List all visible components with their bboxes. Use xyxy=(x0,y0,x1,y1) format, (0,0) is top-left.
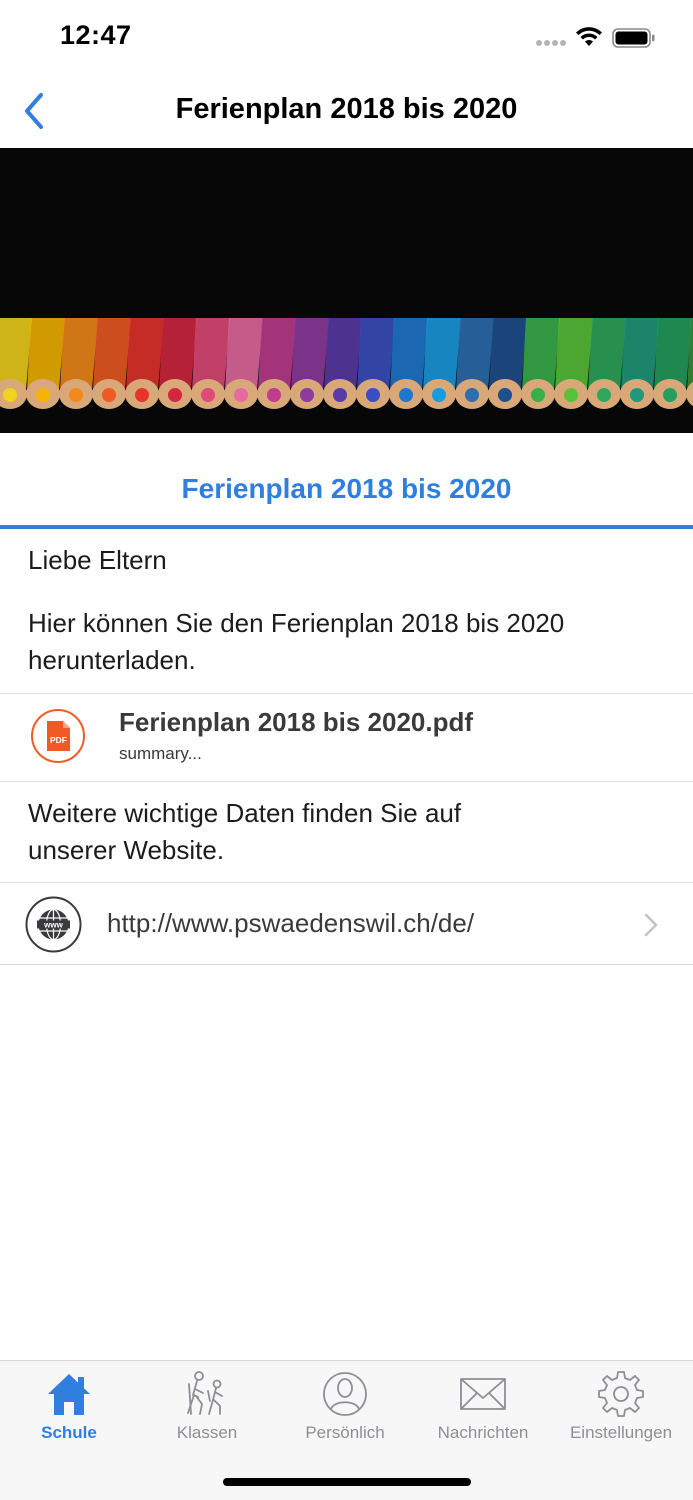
hero-image xyxy=(0,148,693,433)
tab-klassen[interactable]: Klassen xyxy=(138,1361,276,1461)
segment-tab-label: Ferienplan 2018 bis 2020 xyxy=(181,473,512,504)
tab-label: Nachrichten xyxy=(437,1423,529,1442)
status-time: 12:47 xyxy=(60,20,132,50)
chevron-right-icon xyxy=(644,913,658,937)
gear-icon xyxy=(598,1371,644,1417)
tab-persoenlich[interactable]: Persönlich xyxy=(276,1361,414,1461)
status-bar: 12:47 xyxy=(0,0,693,76)
colored-pencils-image xyxy=(0,318,693,409)
segment-tab[interactable]: Ferienplan 2018 bis 2020 xyxy=(0,433,693,529)
intro-text-line1: Hier können Sie den Ferienplan 2018 bis … xyxy=(28,608,565,638)
tab-einstellungen[interactable]: Einstellungen xyxy=(552,1361,690,1461)
envelope-icon xyxy=(460,1378,506,1410)
more-info-text-line2: unserer Website. xyxy=(28,835,225,865)
attachment-summary: summary... xyxy=(119,744,202,763)
navigation-bar: Ferienplan 2018 bis 2020 xyxy=(0,76,693,148)
wifi-icon xyxy=(576,27,602,46)
tab-label: Klassen xyxy=(176,1423,238,1442)
cellular-signal-icon xyxy=(536,40,568,48)
divider xyxy=(0,781,693,782)
hikers-icon xyxy=(187,1371,223,1415)
home-indicator xyxy=(223,1478,471,1486)
website-link-text: http://www.pswaedenswil.ch/de/ xyxy=(107,908,475,938)
divider xyxy=(0,964,693,965)
battery-icon xyxy=(612,28,655,48)
tab-label: Persönlich xyxy=(305,1423,385,1442)
pdf-icon-label: PDF xyxy=(50,735,67,745)
attachment-row[interactable]: PDF Ferienplan 2018 bis 2020.pdf summary… xyxy=(0,694,693,781)
greeting-text: Liebe Eltern xyxy=(28,545,167,575)
tab-label: Einstellungen xyxy=(569,1423,673,1442)
more-info-text-line1: Weitere wichtige Daten finden Sie auf xyxy=(28,798,462,828)
page-title: Ferienplan 2018 bis 2020 xyxy=(175,93,518,125)
pdf-icon: PDF xyxy=(31,709,85,763)
home-icon xyxy=(48,1374,90,1415)
segment-tab-underline xyxy=(0,525,693,529)
person-icon xyxy=(323,1372,367,1416)
attachment-title: Ferienplan 2018 bis 2020.pdf xyxy=(119,707,474,737)
tab-schule[interactable]: Schule xyxy=(0,1361,138,1461)
tab-nachrichten[interactable]: Nachrichten xyxy=(414,1361,552,1461)
globe-icon-label: www xyxy=(43,921,63,930)
intro-text-line2: herunterladen. xyxy=(28,645,196,675)
globe-icon: www xyxy=(25,896,82,953)
tab-label: Schule xyxy=(41,1423,97,1442)
website-link-row[interactable]: www http://www.pswaedenswil.ch/de/ xyxy=(0,883,693,965)
